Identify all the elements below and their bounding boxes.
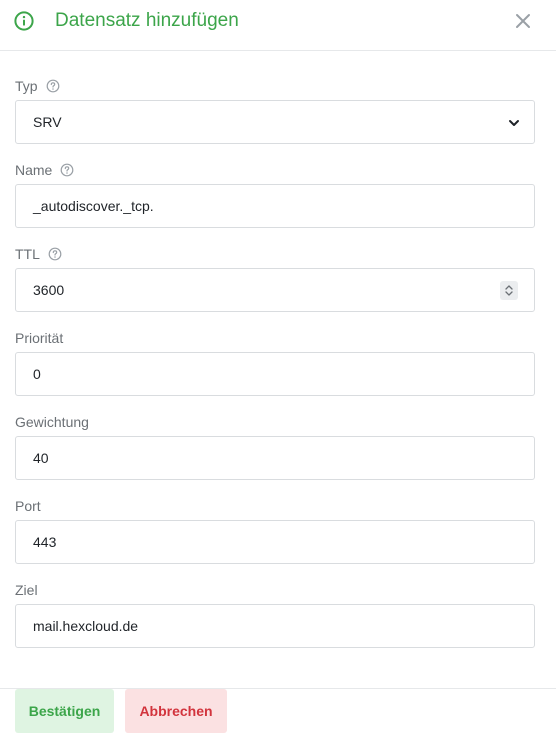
chevron-down-icon [509,120,519,126]
name-label: Name [15,162,53,178]
dialog-title: Datensatz hinzufügen [55,10,239,31]
close-icon[interactable] [512,10,534,32]
weight-label-row: Gewichtung [15,413,89,431]
weight-field-value: 40 [33,450,49,466]
add-record-dialog: Datensatz hinzufügen Typ SRV Name _autod… [0,0,556,743]
port-label: Port [15,498,41,514]
type-select[interactable]: SRV [15,100,535,144]
ttl-field[interactable]: 3600 [15,268,535,312]
port-field-value: 443 [33,534,57,550]
ttl-field-value: 3600 [33,282,65,298]
info-circle-icon [14,11,34,31]
name-label-row: Name [15,161,74,179]
question-circle-icon[interactable] [60,163,74,177]
cancel-button[interactable]: Abbrechen [125,689,227,733]
name-field-value: _autodiscover._tcp. [33,198,154,214]
weight-field[interactable]: 40 [15,436,535,480]
priority-field[interactable]: 0 [15,352,535,396]
ttl-label: TTL [15,246,40,262]
up-down-chevron-icon [505,285,513,296]
priority-label: Priorität [15,330,64,346]
question-circle-icon[interactable] [48,247,62,261]
ttl-label-row: TTL [15,245,62,263]
type-label-row: Typ [15,77,60,95]
ttl-stepper[interactable] [500,281,518,300]
type-label: Typ [15,78,38,94]
priority-field-value: 0 [33,366,41,382]
name-field[interactable]: _autodiscover._tcp. [15,184,535,228]
target-label-row: Ziel [15,581,38,599]
port-field[interactable]: 443 [15,520,535,564]
confirm-button[interactable]: Bestätigen [15,689,114,733]
target-field[interactable]: mail.hexcloud.de [15,604,535,648]
type-select-value: SRV [33,114,62,130]
question-circle-icon[interactable] [46,79,60,93]
dialog-header: Datensatz hinzufügen [0,0,556,51]
priority-label-row: Priorität [15,329,63,347]
target-field-value: mail.hexcloud.de [33,618,139,634]
port-label-row: Port [15,497,41,515]
weight-label: Gewichtung [15,414,89,430]
target-label: Ziel [15,582,38,598]
